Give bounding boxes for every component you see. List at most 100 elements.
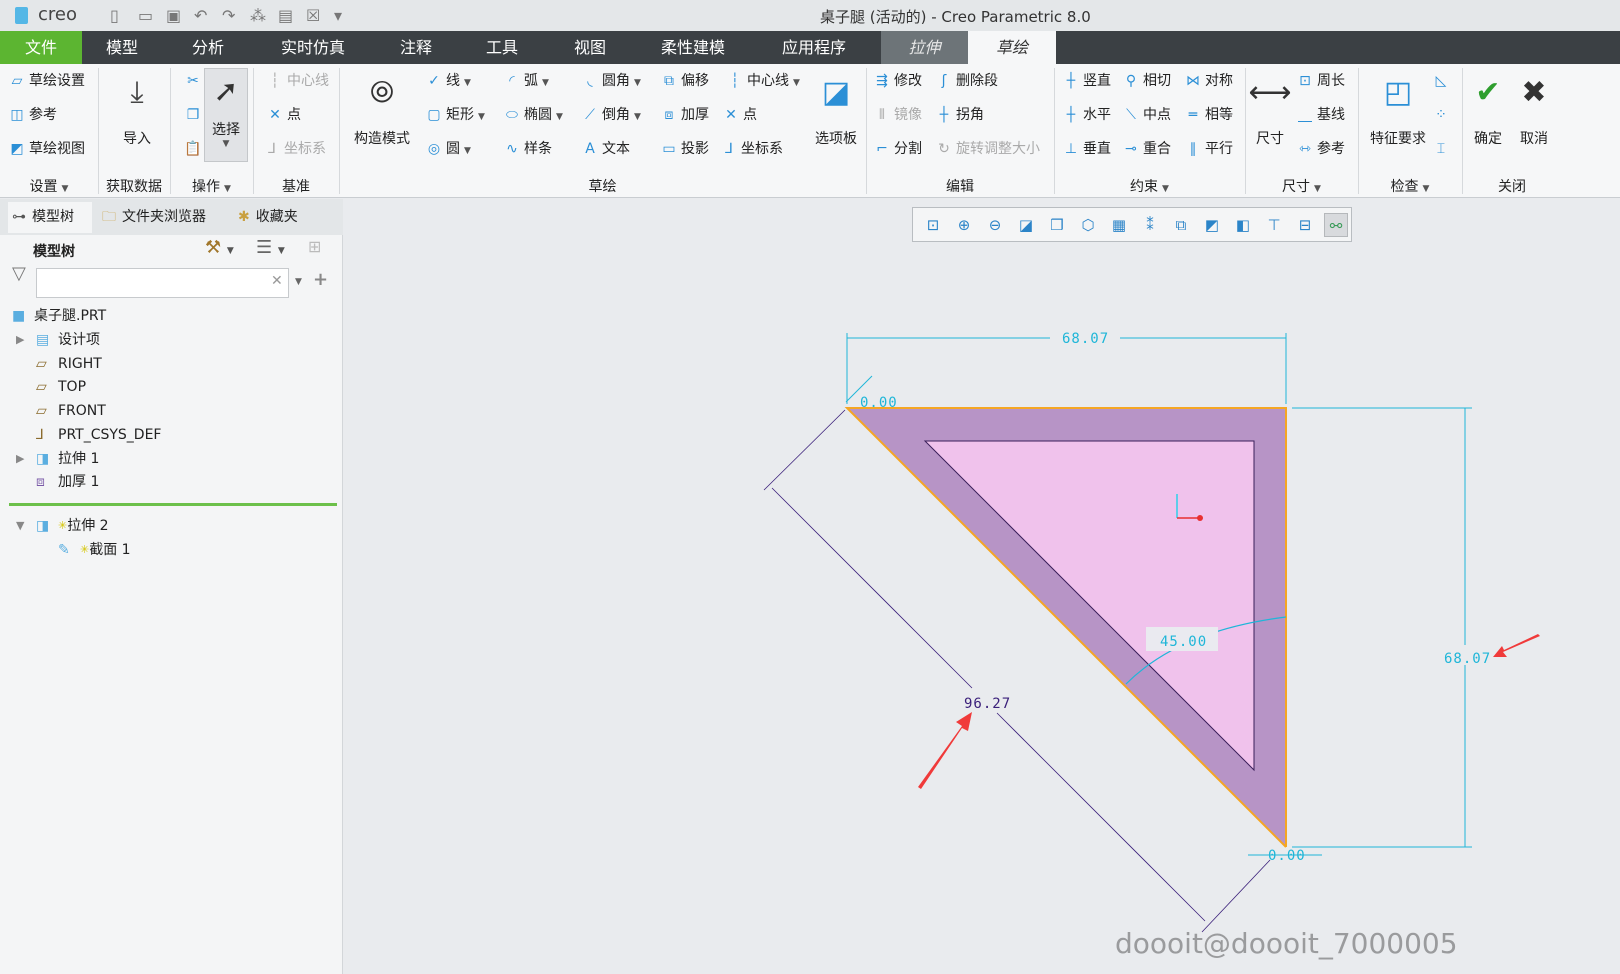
feature-requirements-button[interactable]: ◰ 特征要求: [1362, 70, 1434, 148]
customize-icon[interactable]: ▾: [334, 6, 342, 25]
menu-tab-3[interactable]: 实时仿真: [262, 31, 364, 64]
corner-button[interactable]: ┼ 拐角: [935, 103, 984, 127]
annotation-display-icon[interactable]: ◧: [1231, 213, 1255, 237]
expand-arrow-icon[interactable]: ▶: [16, 448, 24, 470]
menu-tab-1[interactable]: 模型: [82, 31, 162, 64]
windows-icon[interactable]: ▤: [278, 6, 293, 25]
menu-tab-2[interactable]: 分析: [168, 31, 248, 64]
tree-item[interactable]: ⅃ PRT_CSYS_DEF: [36, 424, 161, 446]
centerline-button[interactable]: ┆ 中心线 ▼: [726, 69, 800, 93]
menu-tab-4[interactable]: 注释: [370, 31, 462, 64]
zoom-out-icon[interactable]: ⊖: [983, 213, 1007, 237]
ok-check-button[interactable]: ✔ 确定: [1466, 70, 1510, 148]
tree-item[interactable]: ⧈ 加厚 1: [36, 471, 99, 493]
tree-item[interactable]: ▱ RIGHT: [36, 353, 102, 375]
circle-button[interactable]: ◎ 圆 ▼: [425, 137, 471, 161]
centerline-button[interactable]: ┆ 中心线: [266, 69, 329, 93]
named-views-icon[interactable]: ▦: [1107, 213, 1131, 237]
paste-button[interactable]: 📋: [184, 137, 205, 161]
ellipse-button[interactable]: ⬭ 椭圆 ▼: [503, 103, 563, 127]
menu-tab-0[interactable]: 文件: [0, 31, 82, 64]
insert-indicator[interactable]: [9, 503, 337, 506]
vertical-button[interactable]: ┼ 竖直: [1062, 69, 1111, 93]
chamfer-button[interactable]: ⟋ 倒角 ▼: [581, 103, 641, 127]
save-icon[interactable]: ▣: [166, 6, 181, 25]
datum-display-icon[interactable]: ⁑: [1138, 213, 1162, 237]
expand-arrow-icon[interactable]: ▼: [16, 515, 24, 537]
spline-button[interactable]: ∿ 样条: [503, 137, 552, 161]
reference-dim-button[interactable]: ⇿ 参考: [1296, 137, 1345, 161]
panel-tab-0[interactable]: ⊶ 模型树: [8, 202, 92, 233]
spin-center-icon[interactable]: ⧉: [1169, 213, 1193, 237]
shade-closed-loops-button[interactable]: ⌶: [1432, 137, 1453, 161]
show-options-icon[interactable]: ☰ ▼: [256, 237, 285, 258]
parallel-button[interactable]: ∥ 平行: [1184, 137, 1234, 161]
refit-icon[interactable]: ⊡: [921, 213, 945, 237]
point-button[interactable]: ✕ 点: [722, 103, 757, 127]
tree-item[interactable]: ▶ ◨ 拉伸 1: [16, 448, 99, 470]
close-window-icon[interactable]: ☒: [306, 6, 320, 25]
saved-orientations-icon[interactable]: ⬡: [1076, 213, 1100, 237]
undo-icon[interactable]: ↶: [194, 6, 207, 25]
copy-button[interactable]: ❐: [184, 103, 205, 127]
tree-item[interactable]: ▶ ▤ 设计项: [16, 329, 100, 351]
group-label[interactable]: 检查 ▼: [1358, 176, 1462, 196]
arc-button[interactable]: ◜ 弧 ▼: [503, 69, 549, 93]
baseline-button[interactable]: ⎽ 基线: [1296, 103, 1345, 127]
panel-tab-1[interactable]: 🗀 文件夹浏览器: [98, 202, 230, 233]
equal-button[interactable]: ═ 相等: [1184, 103, 1233, 127]
select-arrow-button[interactable]: ➚ 选择 ▼: [204, 68, 248, 162]
horizontal-button[interactable]: ┼ 水平: [1062, 103, 1111, 127]
midpoint-button[interactable]: ⟍ 中点: [1122, 103, 1171, 127]
line-button[interactable]: ✓ 线 ▼: [425, 69, 471, 93]
redo-icon[interactable]: ↷: [222, 6, 235, 25]
sketcher-display-icon[interactable]: ⊟: [1293, 213, 1317, 237]
tree-settings-icon[interactable]: ⚒ ▼: [205, 237, 234, 258]
menu-tab-9[interactable]: 拉伸: [881, 31, 968, 64]
csys-button[interactable]: ⅃ 坐标系: [263, 137, 326, 161]
construction-mode-button[interactable]: ⦾ 构造模式: [342, 70, 422, 148]
divide-button[interactable]: ⌐ 分割: [873, 137, 922, 161]
mirror-button[interactable]: ⫴ 镜像: [873, 103, 922, 127]
dimension-button[interactable]: ⟷ 尺寸: [1248, 70, 1292, 148]
panel-tab-2[interactable]: ✱ 收藏夹: [234, 202, 320, 233]
tangent-button[interactable]: ⚲ 相切: [1122, 69, 1171, 93]
delete-segment-button[interactable]: ʃ 删除段: [935, 69, 998, 93]
overlapping-geometry-button[interactable]: ◺: [1432, 69, 1453, 93]
menu-tab-6[interactable]: 视图: [546, 31, 634, 64]
palette-button[interactable]: ◪ 选项板: [808, 70, 864, 148]
tree-columns-icon[interactable]: ⊞: [308, 237, 321, 256]
menu-tab-10[interactable]: 草绘: [968, 31, 1056, 64]
group-label[interactable]: 设置 ▼: [0, 176, 98, 196]
fillet-button[interactable]: ◟ 圆角 ▼: [581, 69, 641, 93]
menu-tab-7[interactable]: 柔性建模: [636, 31, 750, 64]
tree-item[interactable]: ✎ ✳截面 1: [58, 539, 131, 561]
new-icon[interactable]: ▯: [110, 6, 119, 25]
sketch-view-button[interactable]: ◩ 草绘视图: [8, 137, 85, 161]
constraint-display-icon[interactable]: ⚯: [1324, 213, 1348, 237]
coincident-button[interactable]: ⊸ 重合: [1122, 137, 1171, 161]
add-filter-icon[interactable]: +: [313, 269, 328, 290]
text-button[interactable]: A 文本: [581, 137, 630, 161]
tree-item[interactable]: ▼ ◨ ✳拉伸 2: [16, 515, 109, 537]
sketch-view-icon[interactable]: ◩: [1200, 213, 1224, 237]
regenerate-icon[interactable]: ⁂: [250, 6, 266, 25]
project-button[interactable]: ▭ 投影: [660, 137, 709, 161]
perimeter-button[interactable]: ⊡ 周长: [1296, 69, 1345, 93]
clear-search-icon[interactable]: ✕: [271, 273, 283, 289]
modify-button[interactable]: ⇶ 修改: [873, 69, 922, 93]
sketch-setup-button[interactable]: ▱ 草绘设置: [8, 69, 85, 93]
rotate-resize-button[interactable]: ↻ 旋转调整大小: [935, 137, 1040, 161]
group-label[interactable]: 约束 ▼: [1054, 176, 1245, 196]
rectangle-button[interactable]: ▢ 矩形 ▼: [425, 103, 485, 127]
repaint-icon[interactable]: ◪: [1014, 213, 1038, 237]
menu-tab-5[interactable]: 工具: [456, 31, 548, 64]
import-button[interactable]: ⤓ 导入: [112, 70, 162, 148]
search-dropdown-icon[interactable]: ▼: [295, 277, 302, 287]
group-label[interactable]: 操作 ▼: [170, 176, 253, 196]
references-button[interactable]: ◫ 参考: [8, 103, 57, 127]
highlight-open-ends-button[interactable]: ⁘: [1432, 103, 1453, 127]
tree-item[interactable]: ▱ TOP: [36, 376, 86, 398]
thicken-button[interactable]: ⧈ 加厚: [660, 103, 709, 127]
group-label[interactable]: 尺寸 ▼: [1245, 176, 1358, 196]
